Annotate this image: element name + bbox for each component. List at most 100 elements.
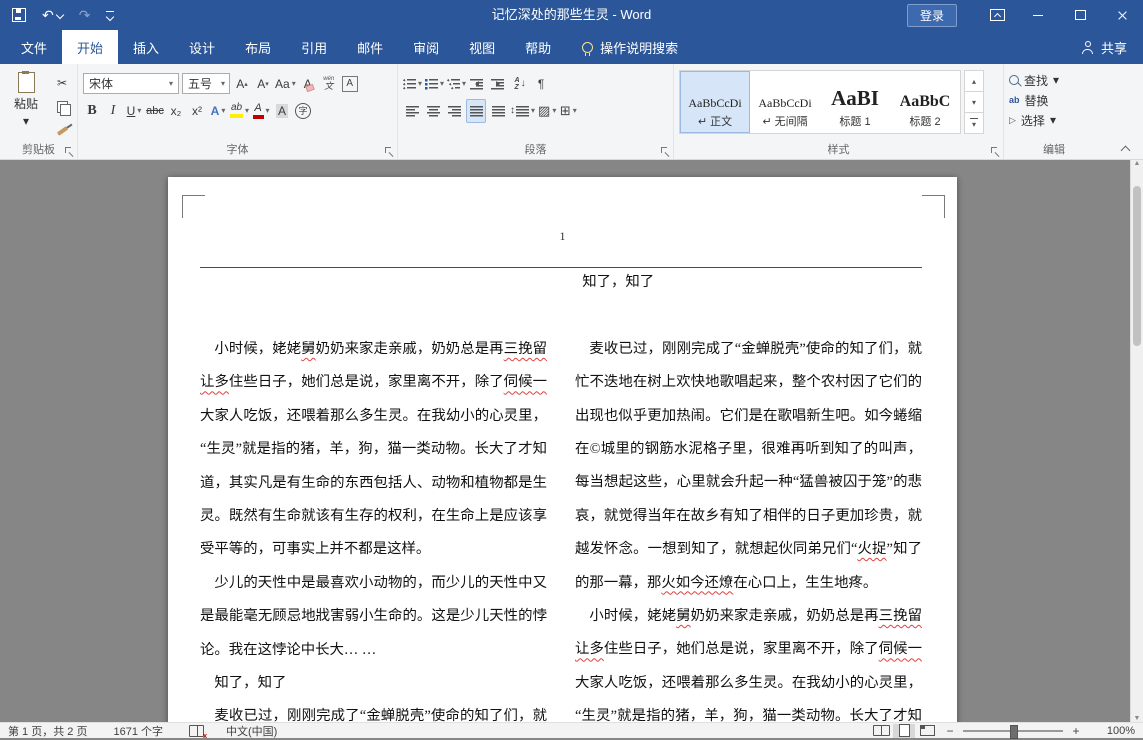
ribbon-tab-邮件[interactable]: 邮件	[342, 30, 398, 64]
paste-button[interactable]: 粘贴 ▾	[5, 70, 47, 141]
character-shading-button[interactable]: A	[273, 100, 291, 122]
ribbon-tab-审阅[interactable]: 审阅	[398, 30, 454, 64]
styles-dialog-launcher[interactable]	[991, 147, 1000, 156]
character-border-button[interactable]: A	[341, 73, 359, 95]
document-title[interactable]: 知了，知了	[575, 266, 922, 299]
font-size-combobox[interactable]: 五号 ▾	[182, 73, 230, 94]
sort-button[interactable]: AZ↓	[511, 73, 529, 95]
zoom-slider-thumb[interactable]	[1010, 725, 1018, 739]
text-effects-button[interactable]: A▾	[209, 100, 227, 122]
italic-button[interactable]: I	[104, 100, 122, 122]
borders-button[interactable]: ⊞▾	[559, 100, 577, 122]
align-right-button[interactable]	[445, 100, 463, 122]
clipboard-dialog-launcher[interactable]	[65, 147, 74, 156]
superscript-button[interactable]: x²	[188, 100, 206, 122]
shrink-font-button[interactable]: A▾	[254, 73, 272, 95]
ribbon-display-options-button[interactable]	[977, 0, 1017, 30]
bold-button[interactable]: B	[83, 100, 101, 122]
font-name-combobox[interactable]: 宋体 ▾	[83, 73, 179, 94]
zoom-out-button[interactable]: −	[943, 724, 957, 738]
find-button[interactable]: 查找 ▾	[1009, 70, 1099, 90]
close-button[interactable]	[1101, 0, 1143, 30]
underline-button[interactable]: U▾	[125, 100, 143, 122]
decrease-indent-button[interactable]	[469, 73, 487, 95]
ribbon-tab-引用[interactable]: 引用	[286, 30, 342, 64]
document-paragraph[interactable]: 麦收已过，刚刚完成了“金蝉脱壳”使命的知了们，就忙	[200, 700, 547, 722]
cut-button[interactable]: ✂	[53, 73, 71, 93]
align-left-button[interactable]	[403, 100, 421, 122]
scroll-up-arrow-icon[interactable]: ▲	[1134, 160, 1141, 167]
customize-quick-access-button[interactable]	[106, 11, 114, 20]
save-button[interactable]	[12, 8, 26, 22]
document-paragraph[interactable]: 少儿的天性中是最喜欢小动物的，而少儿的天性中又是最能毫无顾忌地戕害弱小生命的。这…	[200, 567, 547, 667]
phonetic-guide-button[interactable]: wén文	[320, 73, 338, 95]
ribbon-tab-帮助[interactable]: 帮助	[510, 30, 566, 64]
zoom-percentage[interactable]: 100%	[1093, 725, 1135, 737]
style-card-标题 1[interactable]: AaBI标题 1	[820, 71, 890, 133]
vertical-scrollbar[interactable]: ▲ ▼	[1130, 160, 1143, 722]
strikethrough-button[interactable]: abc	[146, 100, 164, 122]
paragraph-dialog-launcher[interactable]	[661, 147, 670, 156]
ribbon-tab-设计[interactable]: 设计	[174, 30, 230, 64]
page-info-status[interactable]: 第 1 页，共 2 页	[8, 723, 87, 739]
undo-button[interactable]: ↶	[42, 8, 63, 22]
ribbon-tab-开始[interactable]: 开始	[62, 30, 118, 64]
align-center-button[interactable]	[424, 100, 442, 122]
style-card-正文[interactable]: AaBbCcDi↵ 正文	[680, 71, 750, 133]
shading-button[interactable]: ▨▾	[538, 100, 556, 122]
font-color-button[interactable]: A▾	[252, 100, 270, 122]
zoom-slider[interactable]	[963, 730, 1063, 732]
scrollbar-thumb[interactable]	[1133, 186, 1141, 346]
document-page[interactable]: 1 小时候，姥姥舅奶奶来家走亲戚，奶奶总是再三挽留让多住些日子，她们总是说，家里…	[168, 177, 957, 722]
multilevel-list-button[interactable]: ▾	[447, 73, 466, 95]
zoom-in-button[interactable]: +	[1069, 724, 1083, 738]
ribbon-tab-文件[interactable]: 文件	[6, 30, 62, 64]
read-mode-button[interactable]	[870, 724, 892, 738]
document-paragraph[interactable]: 知了，知了	[200, 667, 547, 700]
line-spacing-button[interactable]: ↕▾	[510, 100, 535, 122]
distribute-button[interactable]	[489, 100, 507, 122]
clear-formatting-button[interactable]: A	[299, 73, 317, 95]
redo-button[interactable]: ↷	[79, 8, 91, 22]
language-status[interactable]: 中文(中国)	[226, 723, 277, 739]
style-card-标题 2[interactable]: AaBbC标题 2	[890, 71, 960, 133]
style-name: 标题 2	[909, 113, 940, 129]
styles-scroll-down-button[interactable]: ▾	[964, 91, 984, 113]
ribbon-tab-插入[interactable]: 插入	[118, 30, 174, 64]
show-formatting-marks-button[interactable]: ¶	[532, 73, 550, 95]
ribbon-tab-视图[interactable]: 视图	[454, 30, 510, 64]
proofing-status-icon[interactable]	[189, 725, 204, 737]
bullets-button[interactable]: ▾	[403, 73, 422, 95]
select-button[interactable]: ▷ 选择 ▾	[1009, 110, 1099, 130]
replace-button[interactable]: ab 替换	[1009, 90, 1099, 110]
maximize-button[interactable]	[1059, 0, 1101, 30]
share-button[interactable]: 共享	[1081, 30, 1127, 64]
chevron-down-icon: ▾	[164, 79, 178, 88]
ribbon-tab-布局[interactable]: 布局	[230, 30, 286, 64]
styles-more-button[interactable]: ▾	[964, 112, 984, 134]
styles-scroll-up-button[interactable]: ▴	[964, 70, 984, 92]
enclose-characters-button[interactable]: 字	[294, 100, 312, 122]
increase-indent-button[interactable]	[490, 73, 508, 95]
sign-in-button[interactable]: 登录	[907, 4, 957, 27]
word-count-status[interactable]: 1671 个字	[113, 723, 163, 739]
highlight-button[interactable]: ab▾	[230, 100, 249, 122]
copy-button[interactable]	[53, 97, 71, 117]
font-dialog-launcher[interactable]	[385, 147, 394, 156]
grow-font-button[interactable]: A▴	[233, 73, 251, 95]
document-paragraph[interactable]: 小时候，姥姥舅奶奶来家走亲戚，奶奶总是再三挽留让多住些日子，她们总是说，家里离不…	[575, 600, 922, 722]
numbering-button[interactable]: ▾	[425, 73, 444, 95]
minimize-button[interactable]	[1017, 0, 1059, 30]
change-case-button[interactable]: Aa▾	[275, 73, 296, 95]
print-layout-button[interactable]	[893, 724, 915, 738]
format-painter-button[interactable]	[53, 121, 71, 141]
collapse-ribbon-button[interactable]	[1119, 144, 1131, 154]
scroll-down-arrow-icon[interactable]: ▼	[1134, 715, 1141, 722]
tell-me-button[interactable]: 操作说明搜索	[582, 30, 678, 64]
justify-button[interactable]	[466, 99, 486, 123]
document-paragraph[interactable]: 麦收已过，刚刚完成了“金蝉脱壳”使命的知了们，就忙不迭地在树上欢快地歌唱起来，整…	[575, 333, 922, 600]
style-card-无间隔[interactable]: AaBbCcDi↵ 无间隔	[750, 71, 820, 133]
web-layout-button[interactable]	[916, 724, 938, 738]
document-paragraph[interactable]: 小时候，姥姥舅奶奶来家走亲戚，奶奶总是再三挽留让多住些日子，她们总是说，家里离不…	[200, 333, 547, 567]
subscript-button[interactable]: x₂	[167, 100, 185, 122]
